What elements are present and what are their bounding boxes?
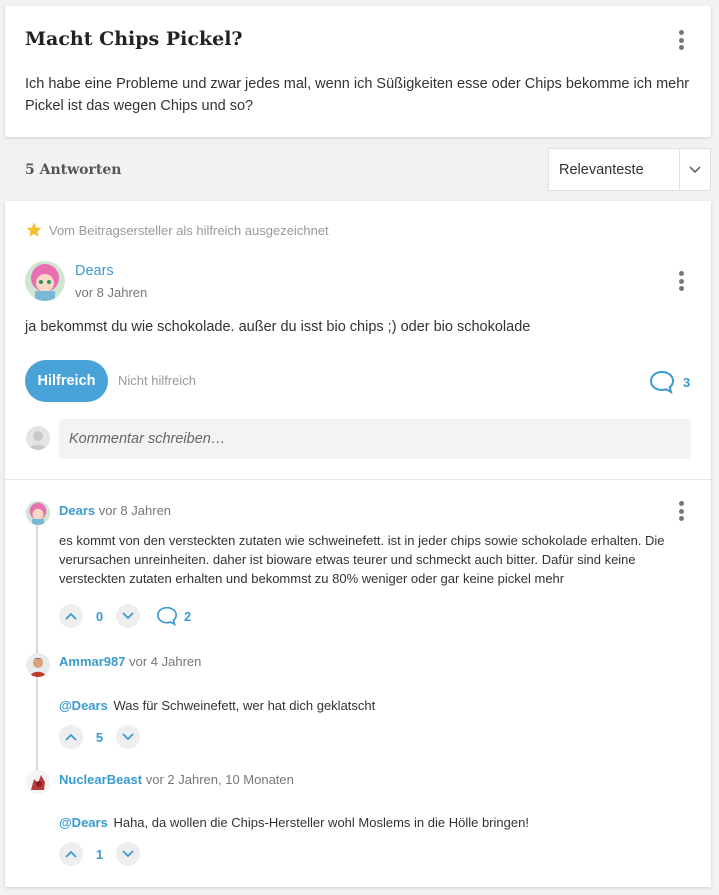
- avatar[interactable]: [26, 501, 50, 525]
- vote-count: 5: [95, 729, 104, 745]
- avatar[interactable]: [26, 653, 50, 677]
- comment-menu-icon[interactable]: [671, 499, 691, 523]
- reply-count: 2: [184, 608, 192, 624]
- comment-count: 3: [683, 374, 691, 390]
- upvote-button[interactable]: [59, 725, 83, 749]
- answer-author[interactable]: Dears: [75, 263, 114, 279]
- speech-bubble-icon: [156, 606, 178, 626]
- chevron-down-icon: [122, 733, 134, 741]
- question-title: Macht Chips Pickel?: [25, 28, 243, 50]
- comment-author[interactable]: NuclearBeast vor 2 Jahren, 10 Monaten: [59, 772, 294, 787]
- answers-count: 5 Antworten: [25, 162, 122, 178]
- answer-menu-icon[interactable]: [671, 269, 691, 293]
- not-helpful-button[interactable]: Nicht hilfreich: [118, 373, 196, 388]
- star-icon: [26, 222, 42, 237]
- comment-input[interactable]: [59, 419, 691, 459]
- question-card: Macht Chips Pickel? Ich habe eine Proble…: [5, 6, 711, 137]
- question-menu-icon[interactable]: [671, 28, 691, 52]
- helpful-badge: Vom Beitragsersteller als hilfreich ausg…: [25, 221, 329, 239]
- downvote-button[interactable]: [116, 604, 140, 628]
- sort-selected-value: Relevanteste: [559, 161, 644, 178]
- answer-time: vor 8 Jahren: [75, 285, 148, 300]
- avatar[interactable]: [26, 770, 50, 794]
- vote-count: 1: [95, 846, 104, 862]
- replies-toggle[interactable]: 2: [156, 606, 191, 626]
- chevron-up-icon: [65, 733, 77, 741]
- comment-time: vor 8 Jahren: [98, 503, 172, 518]
- vote-count: 0: [95, 608, 104, 624]
- mention-link[interactable]: @Dears: [59, 815, 108, 830]
- mention-link[interactable]: @Dears: [59, 698, 108, 713]
- comment-body: @Dears Was für Schweinefett, wer hat dic…: [59, 696, 699, 715]
- vote-control: 1: [59, 842, 140, 866]
- answer-card: Vom Beitragsersteller als hilfreich ausg…: [5, 201, 711, 887]
- sort-dropdown[interactable]: Relevanteste: [548, 148, 711, 191]
- comment-body: es kommt von den versteckten zutaten wie…: [59, 533, 665, 586]
- chevron-down-icon: [122, 850, 134, 858]
- vote-control: 5: [59, 725, 140, 749]
- chevron-down-icon: [122, 612, 134, 620]
- comment-author[interactable]: Dears vor 8 Jahren: [59, 503, 171, 518]
- avatar[interactable]: [25, 261, 65, 301]
- upvote-button[interactable]: [59, 604, 83, 628]
- speech-bubble-icon: [649, 370, 675, 394]
- comment-author-name[interactable]: Ammar987: [59, 654, 126, 669]
- downvote-button[interactable]: [116, 725, 140, 749]
- chevron-down-icon[interactable]: [679, 149, 710, 190]
- helpful-button[interactable]: Hilfreich: [25, 360, 108, 402]
- comment-author-name[interactable]: NuclearBeast: [59, 772, 142, 787]
- divider: [5, 479, 711, 480]
- comment-time: vor 4 Jahren: [129, 654, 202, 669]
- comment-text: Haha, da wollen die Chips-Hersteller woh…: [113, 815, 529, 830]
- upvote-button[interactable]: [59, 842, 83, 866]
- chevron-up-icon: [65, 612, 77, 620]
- comments-toggle[interactable]: 3: [649, 370, 690, 394]
- user-placeholder-icon: [26, 426, 50, 450]
- answer-body: ja bekommst du wie schokolade. außer du …: [25, 319, 531, 335]
- comment-body: @Dears Haha, da wollen die Chips-Herstel…: [59, 813, 699, 832]
- downvote-button[interactable]: [116, 842, 140, 866]
- helpful-badge-label: Vom Beitragsersteller als hilfreich ausg…: [49, 222, 329, 238]
- comment-time: vor 2 Jahren, 10 Monaten: [145, 772, 294, 787]
- question-body: Ich habe eine Probleme und zwar jedes ma…: [25, 76, 690, 114]
- chevron-up-icon: [65, 850, 77, 858]
- comment-author-name[interactable]: Dears: [59, 503, 95, 518]
- comment-text: Was für Schweinefett, wer hat dich gekla…: [113, 698, 376, 713]
- vote-control: 0: [59, 604, 140, 628]
- comment-author[interactable]: Ammar987 vor 4 Jahren: [59, 654, 201, 669]
